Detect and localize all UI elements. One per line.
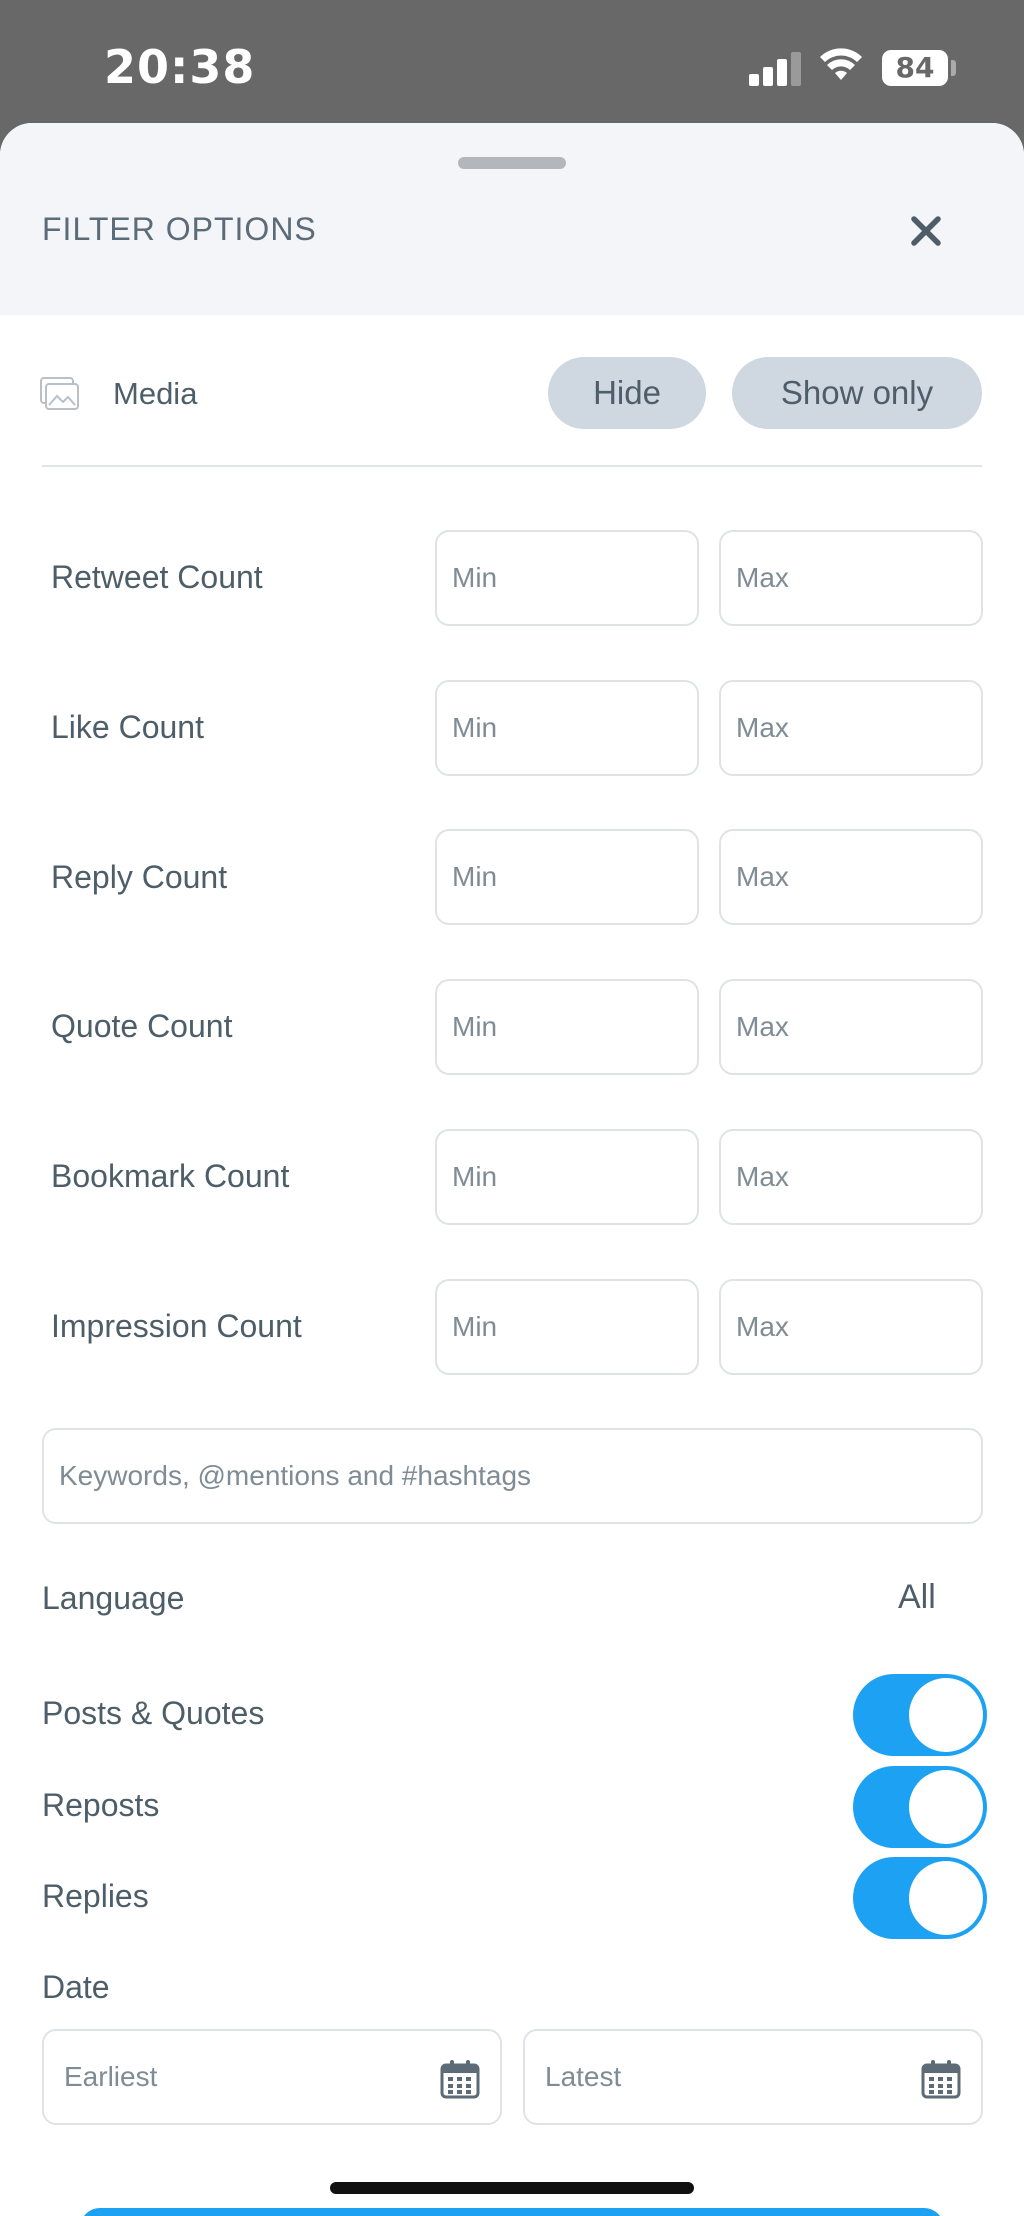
sheet-grabber[interactable] [458, 157, 566, 169]
like-max-box [719, 680, 983, 776]
quote-min-input[interactable] [437, 981, 697, 1073]
bookmark-min-box [435, 1129, 699, 1225]
bookmark-max-box [719, 1129, 983, 1225]
toggle-knob [909, 1770, 983, 1844]
retweet-min-input[interactable] [437, 532, 697, 624]
impression-count-label: Impression Count [51, 1308, 302, 1344]
battery-indicator: 84 [882, 50, 948, 86]
home-indicator[interactable] [330, 2182, 694, 2194]
retweet-count-label: Retweet Count [51, 559, 263, 595]
page-title: FILTER OPTIONS [42, 211, 317, 247]
language-label: Language [42, 1580, 185, 1616]
retweet-max-input[interactable] [721, 532, 981, 624]
reply-min-box [435, 829, 699, 925]
quote-min-box [435, 979, 699, 1075]
sheet-header: FILTER OPTIONS [0, 123, 1024, 315]
like-min-input[interactable] [437, 682, 697, 774]
image-icon [40, 377, 79, 410]
media-label: Media [113, 376, 198, 411]
posts-quotes-label: Posts & Quotes [42, 1695, 265, 1731]
bookmark-max-input[interactable] [721, 1131, 981, 1223]
keywords-input[interactable] [44, 1430, 981, 1522]
quote-max-box [719, 979, 983, 1075]
posts-quotes-toggle[interactable] [853, 1674, 987, 1756]
earliest-date-input[interactable] [44, 2031, 500, 2123]
quote-max-input[interactable] [721, 981, 981, 1073]
calendar-icon[interactable] [440, 2059, 480, 2099]
toggle-knob [909, 1861, 983, 1935]
show-only-media-button[interactable]: Show only [732, 357, 982, 429]
reposts-toggle[interactable] [853, 1766, 987, 1848]
divider [42, 465, 982, 467]
retweet-max-box [719, 530, 983, 626]
impression-min-box [435, 1279, 699, 1375]
reply-max-input[interactable] [721, 831, 981, 923]
earliest-date-box [42, 2029, 502, 2125]
like-min-box [435, 680, 699, 776]
impression-max-input[interactable] [721, 1281, 981, 1373]
latest-date-input[interactable] [525, 2031, 981, 2123]
apply-button-partial[interactable] [80, 2208, 944, 2216]
reply-max-box [719, 829, 983, 925]
battery-tip [951, 60, 956, 76]
reply-count-label: Reply Count [51, 859, 228, 895]
like-max-input[interactable] [721, 682, 981, 774]
replies-label: Replies [42, 1878, 149, 1914]
keywords-box [42, 1428, 983, 1524]
date-label: Date [42, 1969, 110, 2005]
status-bar: 20:38 84 [0, 0, 1024, 123]
calendar-icon[interactable] [921, 2059, 961, 2099]
status-time: 20:38 [104, 40, 256, 94]
bookmark-count-label: Bookmark Count [51, 1158, 290, 1194]
retweet-min-box [435, 530, 699, 626]
latest-date-box [523, 2029, 983, 2125]
cellular-signal-icon [749, 52, 803, 86]
impression-min-input[interactable] [437, 1281, 697, 1373]
reply-min-input[interactable] [437, 831, 697, 923]
filter-sheet: FILTER OPTIONS Media Hide Show only Retw… [0, 123, 1024, 2216]
bookmark-min-input[interactable] [437, 1131, 697, 1223]
replies-toggle[interactable] [853, 1857, 987, 1939]
toggle-knob [909, 1678, 983, 1752]
reposts-label: Reposts [42, 1787, 160, 1823]
hide-media-button[interactable]: Hide [548, 357, 706, 429]
impression-max-box [719, 1279, 983, 1375]
like-count-label: Like Count [51, 709, 204, 745]
quote-count-label: Quote Count [51, 1008, 233, 1044]
close-icon[interactable] [900, 205, 952, 257]
wifi-icon [820, 48, 862, 80]
language-value[interactable]: All [898, 1578, 936, 1617]
